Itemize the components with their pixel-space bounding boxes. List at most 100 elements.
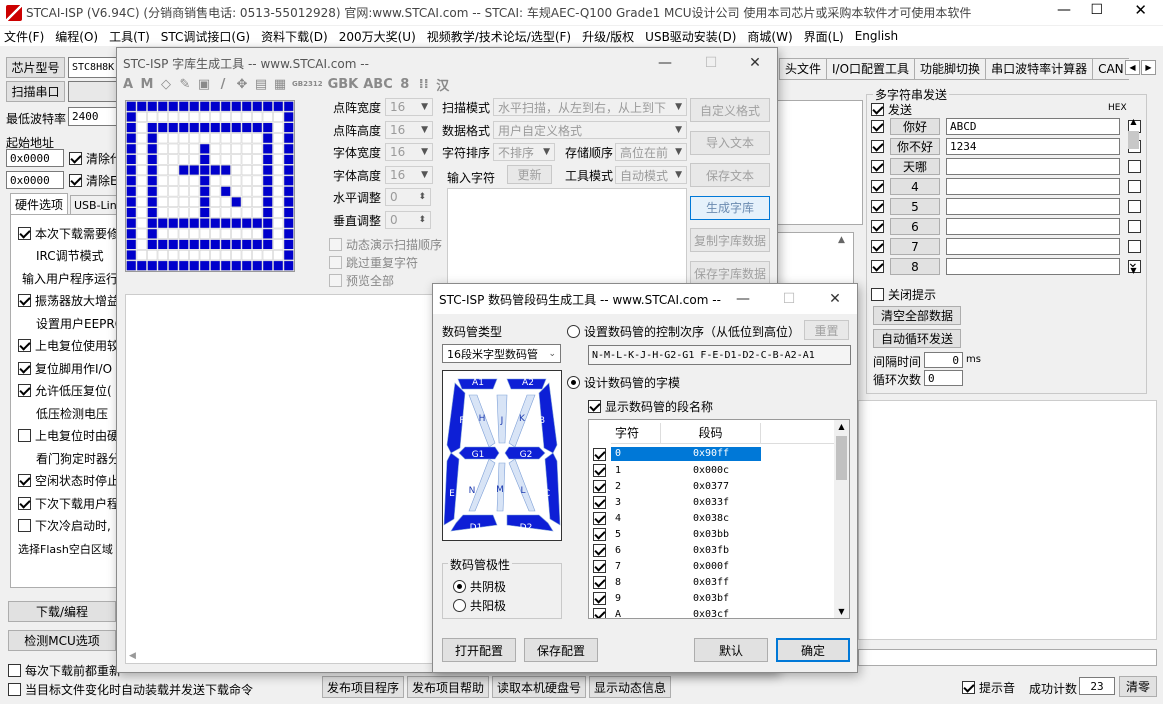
- menu-item[interactable]: 界面(L): [798, 28, 849, 45]
- font-tool-close[interactable]: ✕: [733, 48, 777, 78]
- glyph-pixel[interactable]: [283, 228, 294, 239]
- glyph-pixel[interactable]: [283, 175, 294, 186]
- glyph-pixel[interactable]: [147, 175, 158, 186]
- glyph-pixel[interactable]: [220, 143, 231, 154]
- glyph-pixel[interactable]: [189, 122, 200, 133]
- glyph-pixel[interactable]: [241, 165, 252, 176]
- glyph-pixel[interactable]: [241, 260, 252, 271]
- segment-type-select[interactable]: 16段米字型数码管 ⌄: [442, 344, 561, 363]
- glyph-pixel[interactable]: [231, 101, 242, 112]
- segment-l[interactable]: [508, 458, 536, 512]
- right-tab[interactable]: 头文件: [779, 58, 827, 80]
- send-row-button[interactable]: 你不好: [890, 138, 940, 155]
- chip-type-select[interactable]: STC8H8K: [68, 57, 118, 78]
- glyph-pixel[interactable]: [199, 175, 210, 186]
- font-toolbar-icon[interactable]: M: [140, 77, 154, 92]
- glyph-pixel[interactable]: [241, 250, 252, 261]
- font-output-scroll-arrow[interactable]: ◀: [129, 651, 136, 661]
- glyph-pixel[interactable]: [199, 250, 210, 261]
- glyph-pixel[interactable]: [262, 101, 273, 112]
- glyph-pixel[interactable]: [147, 239, 158, 250]
- glyph-pixel[interactable]: [252, 239, 263, 250]
- glyph-pixel[interactable]: [189, 186, 200, 197]
- glyph-pixel[interactable]: [210, 239, 221, 250]
- glyph-pixel[interactable]: [210, 196, 221, 207]
- glyph-pixel[interactable]: [178, 228, 189, 239]
- glyph-pixel[interactable]: [231, 228, 242, 239]
- tab-scroll-left[interactable]: ◀: [1125, 60, 1140, 75]
- glyph-pixel[interactable]: [210, 228, 221, 239]
- glyph-pixel[interactable]: [241, 154, 252, 165]
- glyph-pixel[interactable]: [252, 218, 263, 229]
- glyph-pixel[interactable]: [262, 133, 273, 144]
- glyph-pixel[interactable]: [252, 250, 263, 261]
- glyph-pixel[interactable]: [273, 218, 284, 229]
- glyph-pixel[interactable]: [241, 175, 252, 186]
- glyph-pixel[interactable]: [168, 111, 179, 122]
- glyph-pixel[interactable]: [241, 133, 252, 144]
- font-tool-minimize[interactable]: —: [643, 48, 687, 78]
- hardware-option[interactable]: 复位脚用作I/O: [18, 357, 118, 380]
- glyph-pixel[interactable]: [147, 260, 158, 271]
- glyph-pixel[interactable]: [283, 196, 294, 207]
- segment-display-svg[interactable]: A1 A2F BH J KG1 G2E N M L CD1 D2: [443, 371, 561, 540]
- set-order-radio[interactable]: 设置数码管的控制次序（从低位到高位）: [567, 323, 800, 340]
- glyph-pixel[interactable]: [252, 143, 263, 154]
- glyph-pixel[interactable]: [136, 239, 147, 250]
- glyph-pixel[interactable]: [283, 133, 294, 144]
- glyph-pixel[interactable]: [262, 239, 273, 250]
- glyph-pixel[interactable]: [157, 154, 168, 165]
- checkbox[interactable]: [18, 496, 31, 510]
- glyph-pixel[interactable]: [241, 196, 252, 207]
- glyph-pixel[interactable]: [220, 228, 231, 239]
- clear-all-data-button[interactable]: 清空全部数据: [873, 306, 961, 325]
- scan-mode-select[interactable]: 水平扫描，从左到右，从上到下 ▼: [493, 98, 687, 116]
- send-row-button[interactable]: 你好: [890, 118, 940, 135]
- char-sort-select[interactable]: 不排序 ▼: [493, 143, 555, 161]
- receive-buffer[interactable]: [776, 100, 863, 225]
- segment-tool-close[interactable]: ✕: [813, 284, 857, 314]
- glyph-pixel[interactable]: [126, 165, 137, 176]
- reset-order-button[interactable]: 重置: [804, 320, 849, 340]
- glyph-pixel[interactable]: [262, 154, 273, 165]
- font-tool-button[interactable]: 保存文本: [690, 163, 770, 188]
- font-toolbar-icon[interactable]: 8: [398, 77, 412, 92]
- right-tab[interactable]: I/O口配置工具: [826, 58, 915, 80]
- font-tool-button[interactable]: 生成字库: [690, 195, 770, 220]
- font-toolbar-icon[interactable]: 汉: [436, 75, 450, 94]
- glyph-pixel[interactable]: [157, 111, 168, 122]
- glyph-pixel[interactable]: [262, 260, 273, 271]
- glyph-pixel[interactable]: [189, 218, 200, 229]
- glyph-pixel[interactable]: [199, 260, 210, 271]
- glyph-pixel[interactable]: [157, 196, 168, 207]
- menu-item[interactable]: 商城(W): [741, 28, 797, 45]
- glyph-pixel[interactable]: [283, 239, 294, 250]
- bottom-button[interactable]: 发布项目程序: [322, 676, 405, 698]
- glyph-pixel[interactable]: [210, 122, 221, 133]
- clear-eeprom-check[interactable]: 清除E: [69, 172, 118, 189]
- interval-input[interactable]: 0: [924, 352, 963, 368]
- design-glyph-radio[interactable]: 设计数码管的字模: [567, 374, 680, 391]
- checkbox[interactable]: [18, 429, 31, 443]
- glyph-pixel[interactable]: [262, 122, 273, 133]
- glyph-pixel[interactable]: [168, 239, 179, 250]
- glyph-pixel[interactable]: [262, 186, 273, 197]
- glyph-pixel[interactable]: [262, 143, 273, 154]
- font-toolbar-icon[interactable]: ✎: [178, 77, 192, 92]
- tab-usb-link[interactable]: USB-Lin: [70, 195, 120, 215]
- glyph-grid[interactable]: [126, 101, 294, 271]
- row-check[interactable]: [593, 559, 606, 573]
- glyph-pixel[interactable]: [136, 154, 147, 165]
- glyph-pixel[interactable]: [199, 228, 210, 239]
- glyph-pixel[interactable]: [189, 250, 200, 261]
- glyph-pixel[interactable]: [136, 165, 147, 176]
- glyph-pixel[interactable]: [136, 122, 147, 133]
- glyph-pixel[interactable]: [157, 165, 168, 176]
- glyph-pixel[interactable]: [136, 196, 147, 207]
- glyph-pixel[interactable]: [283, 218, 294, 229]
- glyph-pixel[interactable]: [157, 133, 168, 144]
- hardware-option[interactable]: 允许低压复位(: [18, 380, 118, 403]
- table-scrollbar[interactable]: ▲ ▼: [834, 420, 849, 618]
- font-tool-maximize[interactable]: ☐: [689, 48, 733, 78]
- glyph-pixel[interactable]: [210, 101, 221, 112]
